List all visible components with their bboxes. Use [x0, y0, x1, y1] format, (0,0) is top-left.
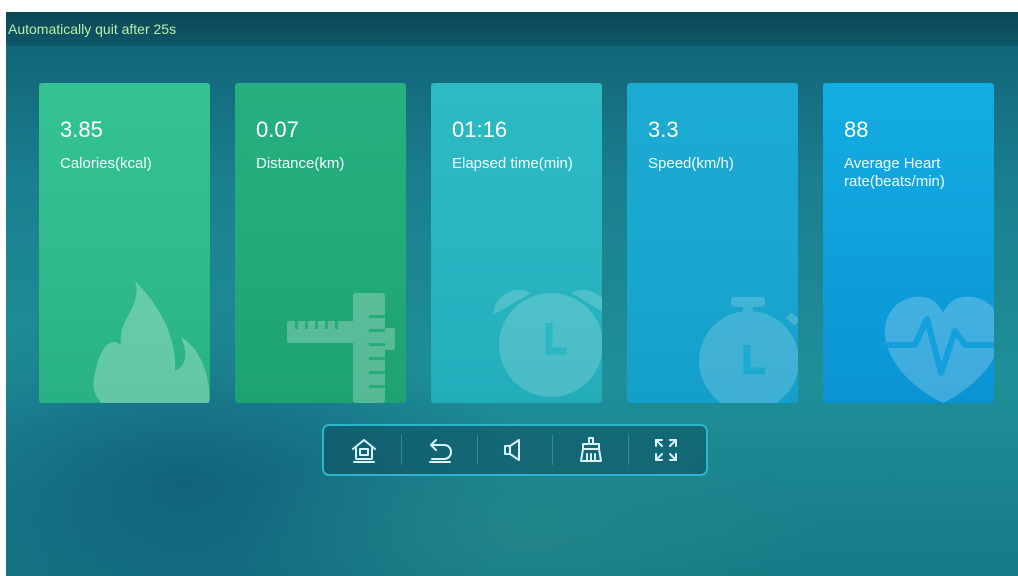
fullscreen-icon	[655, 439, 677, 461]
elapsed-time-card: 01:16 Elapsed time(min)	[431, 83, 602, 403]
clean-button[interactable]	[569, 430, 613, 470]
home-icon	[352, 439, 376, 463]
flame-icon	[93, 281, 210, 403]
volume-icon	[504, 439, 520, 461]
calories-card: 3.85 Calories(kcal)	[39, 83, 210, 403]
fullscreen-button[interactable]	[644, 430, 688, 470]
back-icon	[428, 439, 452, 463]
brush-icon	[579, 437, 602, 462]
nav-separator	[627, 435, 629, 465]
nav-separator	[476, 435, 478, 465]
back-button[interactable]	[418, 430, 462, 470]
home-button[interactable]	[342, 430, 386, 470]
status-bar: Automatically quit after 25s	[6, 12, 1018, 46]
ruler-icon	[287, 293, 395, 403]
heart-rate-card: 88 Average Heart rate(beats/min)	[823, 83, 994, 403]
heart-pulse-icon	[881, 296, 994, 403]
nav-separator	[401, 435, 403, 465]
stopwatch-icon	[699, 297, 798, 403]
auto-quit-countdown: Automatically quit after 25s	[8, 21, 177, 37]
volume-button[interactable]	[493, 430, 537, 470]
bottom-nav-bar	[322, 424, 708, 476]
alarm-clock-icon	[493, 290, 602, 397]
distance-card: 0.07 Distance(km)	[235, 83, 406, 403]
speed-card: 3.3 Speed(km/h)	[627, 83, 798, 403]
treadmill-summary-screen: Automatically quit after 25s 3.85 Calori…	[6, 12, 1018, 576]
nav-separator	[552, 435, 554, 465]
